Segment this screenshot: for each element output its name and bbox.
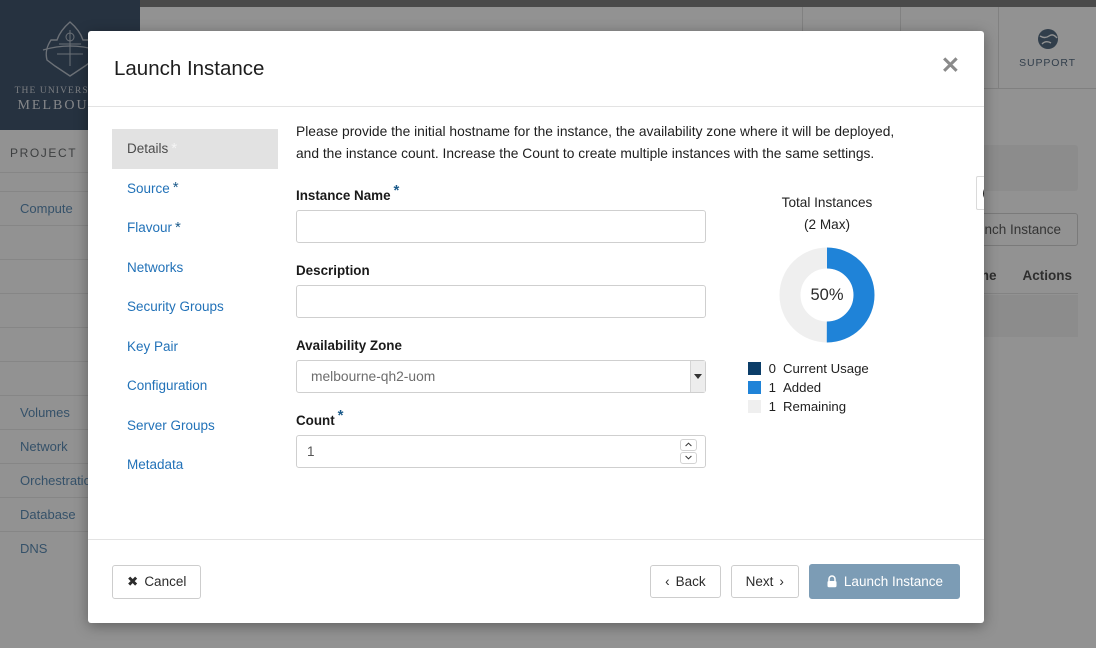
wizard-step-details-label: Details: [127, 141, 169, 157]
donut-percent-label: 50%: [810, 285, 844, 304]
form-fields: Instance Name * Description Availability …: [296, 183, 706, 488]
description-group: Description: [296, 263, 706, 318]
wizard-step-configuration-label: Configuration: [127, 378, 208, 394]
lock-icon: [827, 575, 837, 588]
close-icon[interactable]: ✕: [941, 54, 960, 77]
cancel-button-label: Cancel: [144, 574, 187, 589]
instance-name-input[interactable]: [296, 209, 706, 243]
legend-item-current-usage: 0 Current Usage: [748, 361, 869, 376]
wizard-step-source[interactable]: Source *: [112, 169, 278, 209]
launch-instance-button[interactable]: Launch Instance: [808, 564, 960, 599]
quota-title: Total Instances (2 Max): [782, 192, 873, 236]
quota-subtitle-text: (2 Max): [803, 216, 851, 232]
chevron-down-icon: [685, 456, 692, 460]
wizard-step-security-groups-label: Security Groups: [127, 299, 224, 315]
description-label: Description: [296, 262, 370, 278]
availability-zone-select-wrap: melbourne-qh2-uom: [296, 359, 706, 393]
availability-zone-dropdown-button[interactable]: [690, 360, 705, 392]
wizard-step-networks-label: Networks: [127, 259, 184, 275]
availability-zone-select[interactable]: melbourne-qh2-uom: [296, 359, 706, 393]
close-icon: ✖: [127, 573, 139, 589]
count-input[interactable]: [296, 434, 706, 468]
wizard-step-flavour-label: Flavour: [127, 220, 173, 236]
count-label: Count *: [296, 408, 706, 428]
quota-legend: 0 Current Usage 1 Added 1 Remaining: [732, 361, 869, 418]
quota-donut-chart: 50%: [779, 247, 875, 343]
instance-name-group: Instance Name *: [296, 183, 706, 243]
back-button[interactable]: ‹ Back: [650, 565, 721, 598]
required-marker: *: [393, 181, 400, 199]
footer-actions: ‹ Back Next › Launch Instance: [650, 564, 960, 599]
legend-count: 1: [768, 399, 776, 415]
modal-header: Launch Instance ✕: [88, 31, 984, 107]
quota-title-text: Total Instances: [781, 194, 873, 210]
wizard-step-server-groups[interactable]: Server Groups: [112, 406, 278, 446]
wizard-step-key-pair[interactable]: Key Pair: [112, 327, 278, 367]
instance-name-label-text: Instance Name: [296, 187, 391, 203]
count-group: Count *: [296, 408, 706, 468]
form-and-quota-row: Instance Name * Description Availability …: [296, 183, 968, 488]
count-decrement-button[interactable]: [680, 451, 697, 464]
legend-label: Remaining: [783, 399, 847, 415]
legend-label: Added: [783, 380, 822, 396]
count-label-text: Count: [296, 412, 335, 428]
legend-swatch: [748, 381, 761, 395]
modal-body: ? Details* Source* Flavour* Networks Sec…: [88, 107, 984, 539]
description-input[interactable]: [296, 284, 706, 318]
chevron-down-icon: [694, 373, 702, 379]
quota-panel: Total Instances (2 Max) 50% 0 Current Us…: [732, 188, 922, 488]
chevron-left-icon: ‹: [665, 574, 670, 589]
wizard-step-server-groups-label: Server Groups: [127, 417, 215, 433]
wizard-nav: Details * Source * Flavour * Networks Secur…: [88, 121, 278, 539]
next-button[interactable]: Next ›: [730, 565, 799, 598]
launch-instance-modal: Launch Instance ✕ ? Details* Source* Fla…: [88, 31, 984, 623]
launch-instance-button-label: Launch Instance: [843, 574, 943, 589]
legend-count: 1: [768, 380, 776, 396]
chevron-right-icon: ›: [779, 574, 784, 589]
chevron-up-icon: [685, 442, 692, 447]
cancel-button[interactable]: ✖ Cancel: [112, 564, 202, 599]
required-marker: *: [337, 406, 344, 424]
details-form: Please provide the initial hostname for …: [278, 121, 984, 539]
wizard-step-networks[interactable]: Networks: [112, 248, 278, 288]
quantity-stepper: [680, 438, 697, 464]
legend-swatch: [748, 362, 761, 376]
wizard-step-key-pair-label: Key Pair: [127, 338, 179, 354]
wizard-step-flavour[interactable]: Flavour *: [112, 208, 278, 248]
wizard-step-metadata[interactable]: Metadata: [112, 445, 278, 485]
legend-label: Current Usage: [783, 361, 869, 377]
legend-swatch: [748, 400, 761, 414]
back-button-label: Back: [675, 574, 706, 589]
wizard-step-security-groups[interactable]: Security Groups: [112, 287, 278, 327]
next-button-label: Next: [745, 574, 774, 589]
availability-zone-label: Availability Zone: [296, 337, 402, 353]
modal-footer: ✖ Cancel ‹ Back Next › Launch Instance: [88, 539, 984, 623]
legend-item-remaining: 1 Remaining: [748, 399, 869, 414]
count-increment-button[interactable]: [680, 438, 697, 451]
count-spinner-wrap: [296, 434, 706, 468]
wizard-step-source-label: Source: [127, 180, 170, 196]
modal-title: Launch Instance: [114, 57, 265, 80]
wizard-step-configuration[interactable]: Configuration: [112, 366, 278, 406]
legend-count: 0: [768, 361, 776, 377]
availability-zone-group: Availability Zone melbourne-qh2-uom: [296, 338, 706, 393]
help-icon: ?: [982, 183, 984, 203]
wizard-step-details[interactable]: Details *: [112, 129, 278, 169]
instance-name-label: Instance Name *: [296, 183, 706, 203]
help-button[interactable]: ?: [976, 176, 984, 210]
intro-text: Please provide the initial hostname for …: [296, 124, 895, 162]
wizard-step-metadata-label: Metadata: [127, 457, 184, 473]
legend-item-added: 1 Added: [748, 380, 869, 395]
